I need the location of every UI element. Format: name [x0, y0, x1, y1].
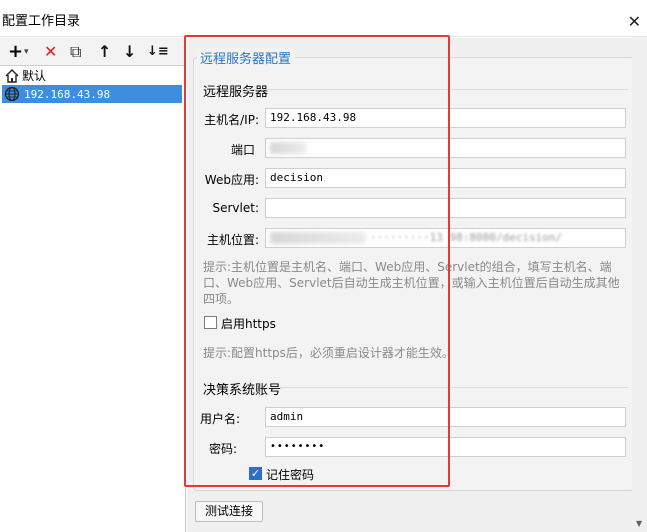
password-input[interactable]: ••••••••	[265, 437, 626, 457]
account-section-title: 决策系统账号	[203, 383, 282, 398]
location-input[interactable]: ·········13 98:8080/decision/	[265, 228, 626, 248]
sort-icon[interactable]: ↓≡	[147, 42, 169, 62]
add-dropdown-icon[interactable]: ▾	[24, 42, 29, 62]
copy-icon[interactable]: ⧉	[70, 42, 81, 62]
location-value: ·········13 98:8080/decision/	[370, 231, 563, 244]
host-label: 主机名/IP:	[204, 113, 259, 127]
panel-title: 远程服务器配置	[197, 48, 295, 67]
delete-icon[interactable]: ✕	[44, 42, 57, 62]
scrollbar[interactable]: ▼	[632, 37, 647, 532]
close-icon[interactable]: ✕	[628, 14, 641, 30]
server-section-title: 远程服务器	[203, 85, 269, 100]
location-label: 主机位置:	[206, 233, 259, 247]
location-hint: 提示:主机位置是主机名、端口、Web应用、Servlet的组合，填写主机名、端口…	[203, 260, 620, 306]
port-input[interactable]	[265, 138, 626, 158]
redacted-value	[270, 232, 366, 244]
home-icon	[5, 69, 19, 83]
tree-item-label: 默认	[22, 69, 47, 83]
username-input[interactable]: admin	[265, 407, 626, 427]
section-divider	[243, 89, 628, 90]
username-label: 用户名:	[199, 412, 240, 426]
tree-item-server[interactable]: 192.168.43.98	[2, 85, 182, 103]
window-titlebar: 配置工作目录 ✕	[0, 0, 647, 37]
redacted-value	[270, 142, 306, 154]
tree-item-default[interactable]: 默认	[0, 67, 186, 85]
password-label: 密码:	[208, 442, 237, 456]
test-connection-button[interactable]: 测试连接	[195, 501, 263, 522]
https-checkbox[interactable]	[204, 316, 217, 329]
scroll-down-icon[interactable]: ▼	[636, 519, 642, 528]
tree-item-label: 192.168.43.98	[24, 88, 111, 101]
add-icon[interactable]: +	[8, 42, 23, 62]
move-down-icon[interactable]: ↓	[123, 42, 136, 62]
webapp-input[interactable]: decision	[265, 168, 626, 188]
directory-tree: 默认 192.168.43.98	[0, 67, 186, 103]
globe-icon	[4, 86, 20, 102]
section-divider	[280, 387, 628, 388]
directory-pane: + ▾ ✕ ⧉ ↑ ↓ ↓≡ 默认 192.168.43.98	[0, 38, 186, 532]
host-input[interactable]: 192.168.43.98	[265, 108, 626, 128]
remember-password-checkbox[interactable]: ✓	[249, 467, 262, 480]
remember-password-label[interactable]: 记住密码	[266, 466, 314, 483]
https-hint: 提示:配置https后，必须重启设计器才能生效。	[203, 346, 454, 360]
move-up-icon[interactable]: ↑	[98, 42, 111, 62]
directory-toolbar: + ▾ ✕ ⧉ ↑ ↓ ↓≡	[0, 38, 186, 66]
servlet-input[interactable]	[265, 198, 626, 218]
port-label: 端口	[230, 143, 255, 157]
window-title: 配置工作目录	[2, 14, 81, 29]
webapp-label: Web应用:	[204, 173, 259, 187]
https-label[interactable]: 启用https	[221, 315, 276, 332]
servlet-label: Servlet:	[212, 201, 260, 215]
